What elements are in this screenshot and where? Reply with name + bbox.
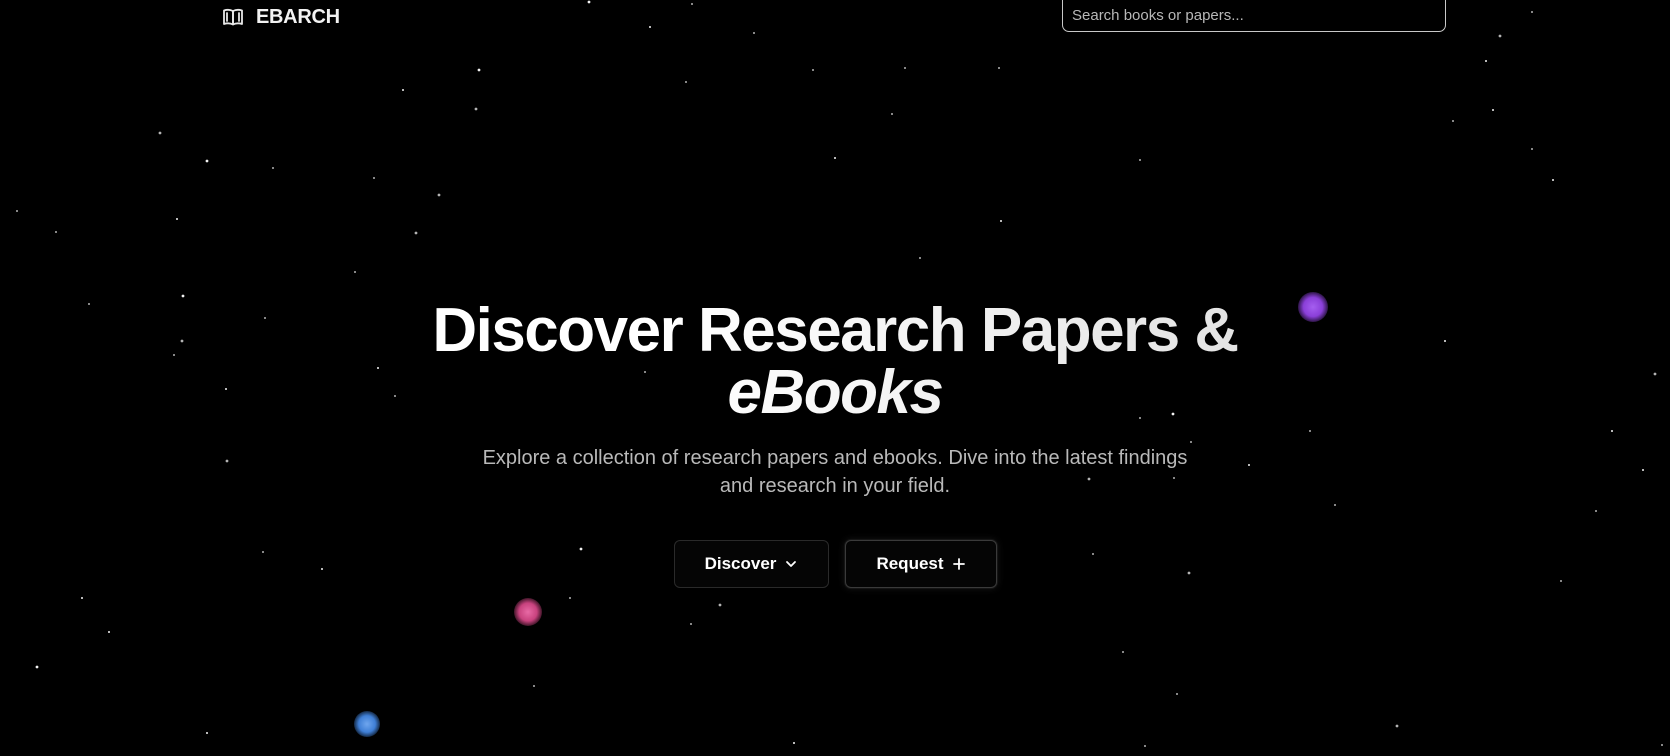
star-dot [718,603,722,607]
request-button[interactable]: Request [844,540,997,588]
search-input[interactable] [1062,0,1446,32]
star-dot [753,32,755,34]
star-dot [998,67,1000,69]
star-dot [690,623,692,625]
star-dot [81,597,83,599]
star-dot [587,0,591,4]
star-dot [1176,693,1178,695]
star-dot [1000,220,1002,222]
star-dot [569,597,571,599]
star-dot [1531,11,1533,13]
hero-title-line-1: Discover Research Papers & [432,296,1238,365]
landing-page: EBARCH Discover Research Papers & eBooks… [0,0,1670,756]
star-dot [685,81,687,83]
star-dot [373,177,375,179]
hero-subtitle: Explore a collection of research papers … [482,447,1188,497]
star-dot [477,68,481,72]
hero-section: Discover Research Papers & eBooks Explor… [0,300,1670,500]
hero-title-line-2: eBooks [727,358,943,427]
open-book-icon [222,6,244,28]
star-dot [181,294,185,298]
discover-button[interactable]: Discover [673,540,829,588]
star-dot [904,67,906,69]
plus-icon [952,558,965,570]
star-dot [414,231,418,235]
star-dot [55,231,57,233]
star-dot [891,113,893,115]
star-dot [834,157,836,159]
star-dot [649,26,651,28]
chevron-down-icon [785,560,797,568]
star-dot [35,665,39,669]
star-dot [793,742,795,744]
star-dot [812,69,814,71]
star-dot [176,218,178,220]
star-dot [1661,744,1663,746]
star-dot [158,131,162,135]
hero-actions: Discover Request [0,540,1670,588]
star-dot [402,89,404,91]
star-dot [272,167,274,169]
star-dot [1144,745,1146,747]
star-dot [354,271,356,273]
star-dot [1595,510,1597,512]
star-dot [1552,179,1554,181]
star-dot [1122,651,1124,653]
star-dot [919,257,921,259]
star-dot [16,210,18,212]
request-button-label: Request [876,554,944,573]
discover-button-label: Discover [704,554,777,573]
star-dot [206,732,208,734]
star-dot [1485,60,1487,62]
star-dot [437,193,441,197]
star-dot [205,159,209,163]
glowing-orb-blue [354,711,380,737]
star-dot [1395,724,1399,728]
star-dot [1452,120,1454,122]
hero-title: Discover Research Papers & eBooks [0,300,1670,424]
star-dot [1492,109,1494,111]
star-dot [474,107,478,111]
glowing-orb-pink [514,598,542,626]
star-dot [1139,159,1141,161]
brand-name: EBARCH [256,5,340,28]
star-dot [1498,34,1502,38]
star-dot [1334,504,1336,506]
star-dot [533,685,535,687]
star-dot [691,3,693,5]
star-dot [108,631,110,633]
brand-logo-link[interactable]: EBARCH [222,4,340,30]
star-dot [1531,148,1533,150]
